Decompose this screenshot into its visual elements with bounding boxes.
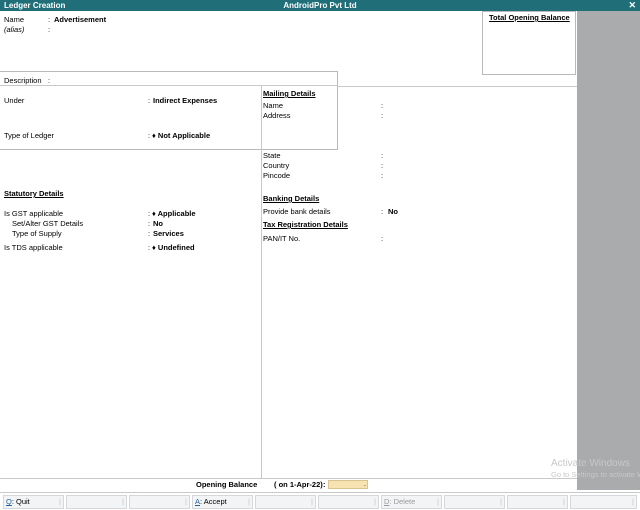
divider <box>0 478 577 479</box>
opening-balance-colon: : <box>323 480 326 489</box>
separator-icon: | <box>374 497 376 506</box>
tds-applicable-field[interactable]: ♦ Undefined <box>152 243 195 252</box>
alias-label: (alias) <box>4 25 25 34</box>
type-of-ledger-label: Type of Ledger <box>4 131 55 140</box>
close-icon[interactable]: ✕ <box>628 0 636 11</box>
accept-label: : Accept <box>200 497 227 506</box>
type-of-ledger-field[interactable]: ♦ Not Applicable <box>152 131 210 140</box>
opening-balance-input[interactable]: . <box>328 480 368 489</box>
empty-footer-button[interactable]: | <box>444 495 505 509</box>
delete-button[interactable]: D: Delete | <box>381 495 442 509</box>
gst-applicable-label: Is GST applicable <box>4 209 64 218</box>
company-name: AndroidPro Pvt Ltd <box>283 1 357 10</box>
empty-footer-button[interactable]: | <box>255 495 316 509</box>
empty-footer-button[interactable]: | <box>129 495 190 509</box>
type-of-supply-colon: : <box>148 229 151 238</box>
mailing-address-colon: : <box>381 111 384 120</box>
tds-applicable-value: Undefined <box>157 243 195 252</box>
description-label: Description <box>4 76 42 85</box>
country-colon: : <box>381 161 384 170</box>
empty-footer-button[interactable]: | <box>570 495 637 509</box>
tds-applicable-label: Is TDS applicable <box>4 243 63 252</box>
mailing-address-label: Address <box>263 111 291 120</box>
watermark-line2: Go to Settings to activate Windows. <box>551 470 640 479</box>
tax-registration-title: Tax Registration Details <box>263 220 348 229</box>
gst-applicable-value: Applicable <box>157 209 196 218</box>
set-alter-gst-field[interactable]: No <box>153 219 163 228</box>
separator-icon: | <box>632 497 634 506</box>
separator-icon: | <box>248 497 250 506</box>
mailing-name-label: Name <box>263 101 284 110</box>
total-opening-balance-box: Total Opening Balance <box>482 11 576 75</box>
pincode-colon: : <box>381 171 384 180</box>
total-opening-balance-title: Total Opening Balance <box>489 13 570 22</box>
under-colon: : <box>148 96 151 105</box>
mailing-name-colon: : <box>381 101 384 110</box>
empty-footer-button[interactable]: | <box>318 495 379 509</box>
provide-bank-details-label: Provide bank details <box>263 207 331 216</box>
ledger-form: Name : Advertisement (alias) : Total Ope… <box>0 11 577 490</box>
set-alter-colon: : <box>148 219 151 228</box>
name-label: Name <box>4 15 25 24</box>
provide-bank-details-field[interactable]: No <box>388 207 398 216</box>
empty-footer-button[interactable]: | <box>507 495 568 509</box>
under-label: Under <box>4 96 25 105</box>
column-divider <box>261 86 262 478</box>
state-label: State <box>263 151 281 160</box>
type-of-supply-field[interactable]: Services <box>153 229 184 238</box>
tds-colon: : <box>148 243 151 252</box>
pincode-label: Pincode <box>263 171 291 180</box>
gst-applicable-field[interactable]: ♦ Applicable <box>152 209 196 218</box>
separator-icon: | <box>563 497 565 506</box>
separator-icon: | <box>500 497 502 506</box>
watermark-line1: Activate Windows <box>551 458 630 469</box>
pan-label: PAN/IT No. <box>263 234 301 243</box>
separator-icon: | <box>437 497 439 506</box>
state-colon: : <box>381 151 384 160</box>
accept-button[interactable]: A: Accept | <box>192 495 253 509</box>
banking-details-title: Banking Details <box>263 194 320 203</box>
mailing-details-title: Mailing Details <box>263 89 316 98</box>
separator-icon: | <box>311 497 313 506</box>
set-alter-gst-label: Set/Alter GST Details <box>12 219 84 228</box>
button-bar-panel <box>577 11 640 490</box>
country-label: Country <box>263 161 290 170</box>
title-bar: Ledger Creation AndroidPro Pvt Ltd ✕ <box>0 0 640 11</box>
separator-icon: | <box>59 497 61 506</box>
empty-footer-button[interactable]: | <box>66 495 127 509</box>
provide-bank-colon: : <box>381 207 384 216</box>
opening-balance-date: ( on 1-Apr-22) <box>274 480 323 489</box>
type-of-ledger-value: Not Applicable <box>157 131 211 140</box>
name-colon: : <box>48 15 51 24</box>
opening-balance-label: Opening Balance <box>196 480 258 489</box>
footer-button-bar: Q: Quit | | | A: Accept | | | D: Delete … <box>0 492 640 510</box>
type-of-ledger-colon: : <box>148 131 151 140</box>
gst-colon: : <box>148 209 151 218</box>
name-field[interactable]: Advertisement <box>54 15 106 24</box>
type-of-supply-label: Type of Supply <box>12 229 62 238</box>
delete-label: : Delete <box>389 497 416 506</box>
quit-label: : Quit <box>11 497 30 506</box>
quit-button[interactable]: Q: Quit | <box>3 495 64 509</box>
under-field[interactable]: Indirect Expenses <box>153 96 217 105</box>
activate-windows-watermark: Activate Windows Go to Settings to activ… <box>551 458 640 480</box>
pan-colon: : <box>381 234 384 243</box>
alias-colon: : <box>48 25 51 34</box>
text-cursor: . <box>364 481 366 488</box>
separator-icon: | <box>122 497 124 506</box>
statutory-details-title: Statutory Details <box>4 189 64 198</box>
divider <box>338 86 577 87</box>
separator-icon: | <box>185 497 187 506</box>
divider <box>0 85 338 86</box>
description-colon: : <box>48 76 51 85</box>
